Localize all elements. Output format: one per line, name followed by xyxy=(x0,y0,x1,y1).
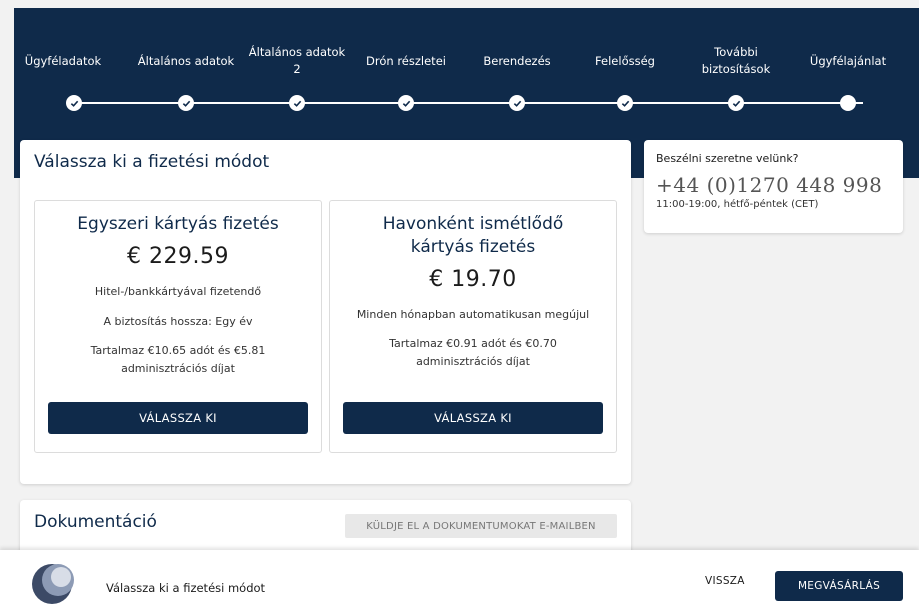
email-documents-button[interactable]: KÜLDJE EL A DOKUMENTUMOKAT E-MAILBEN xyxy=(345,514,617,538)
step-altalanos-adatok-2[interactable]: Általános adatok 2 xyxy=(249,44,345,79)
current-step-dot xyxy=(840,95,856,111)
bottom-bar: Válassza ki a fizetési módot VISSZA MEGV… xyxy=(0,550,919,609)
option-tax-info: Tartalmaz €10.65 adót és €5.81 adminiszt… xyxy=(90,344,266,375)
back-button[interactable]: VISSZA xyxy=(705,575,745,587)
monthly-payment-option: Havonként ismétlődő kártyás fizetés € 19… xyxy=(329,200,617,453)
check-icon xyxy=(728,95,744,111)
option-title: Egyszeri kártyás fizetés xyxy=(77,214,279,234)
check-icon xyxy=(509,95,525,111)
check-icon xyxy=(617,95,633,111)
logo-icon xyxy=(32,564,74,604)
documentation-title: Dokumentáció xyxy=(34,512,157,532)
step-dron-reszletei[interactable]: Drón részletei xyxy=(366,53,446,70)
select-one-time-button[interactable]: VÁLASSZA KI xyxy=(48,402,308,434)
purchase-button[interactable]: MEGVÁSÁRLÁS xyxy=(775,571,903,601)
one-time-payment-option: Egyszeri kártyás fizetés € 229.59 Hitel-… xyxy=(34,200,322,453)
option-price: € 19.70 xyxy=(429,266,517,292)
option-desc: Hitel-/bankkártyával fizetendő xyxy=(94,284,262,298)
step-ugyfelajanlat[interactable]: Ügyfélajánlat xyxy=(810,53,886,70)
current-step-label: Válassza ki a fizetési módot xyxy=(106,581,266,595)
step-labels: Ügyféladatok Általános adatok Általános … xyxy=(14,8,919,103)
payment-title: Válassza ki a fizetési módot xyxy=(34,152,270,172)
option-tax-info: Tartalmaz €0.91 adót és €0.70 adminisztr… xyxy=(389,337,557,369)
contact-phone[interactable]: +44 (0)1270 448 998 xyxy=(656,173,891,197)
step-ugyfeladatok[interactable]: Ügyféladatok xyxy=(25,53,101,70)
step-felelosseg[interactable]: Felelősség xyxy=(595,53,655,70)
payment-method-card: Válassza ki a fizetési módot Egyszeri ká… xyxy=(20,140,631,484)
step-altalanos-adatok[interactable]: Általános adatok xyxy=(138,53,234,70)
check-icon xyxy=(66,95,82,111)
contact-hours: 11:00-19:00, hétfő-péntek (CET) xyxy=(656,199,819,210)
option-desc: Minden hónapban automatikusan megújul xyxy=(356,307,590,321)
check-icon xyxy=(178,95,194,111)
contact-question: Beszélni szeretne velünk? xyxy=(656,152,799,165)
contact-card: Beszélni szeretne velünk? +44 (0)1270 44… xyxy=(644,140,903,233)
step-berendezes[interactable]: Berendezés xyxy=(483,53,550,70)
option-price: € 229.59 xyxy=(127,243,229,269)
option-title: Havonként ismétlődő kártyás fizetés xyxy=(382,214,564,257)
check-icon xyxy=(398,95,414,111)
option-desc: A biztosítás hossza: Egy év xyxy=(103,314,253,328)
select-monthly-button[interactable]: VÁLASSZA KI xyxy=(343,402,603,434)
check-icon xyxy=(289,95,305,111)
step-tovabbi-biztositasok[interactable]: További biztosítások xyxy=(702,44,771,79)
